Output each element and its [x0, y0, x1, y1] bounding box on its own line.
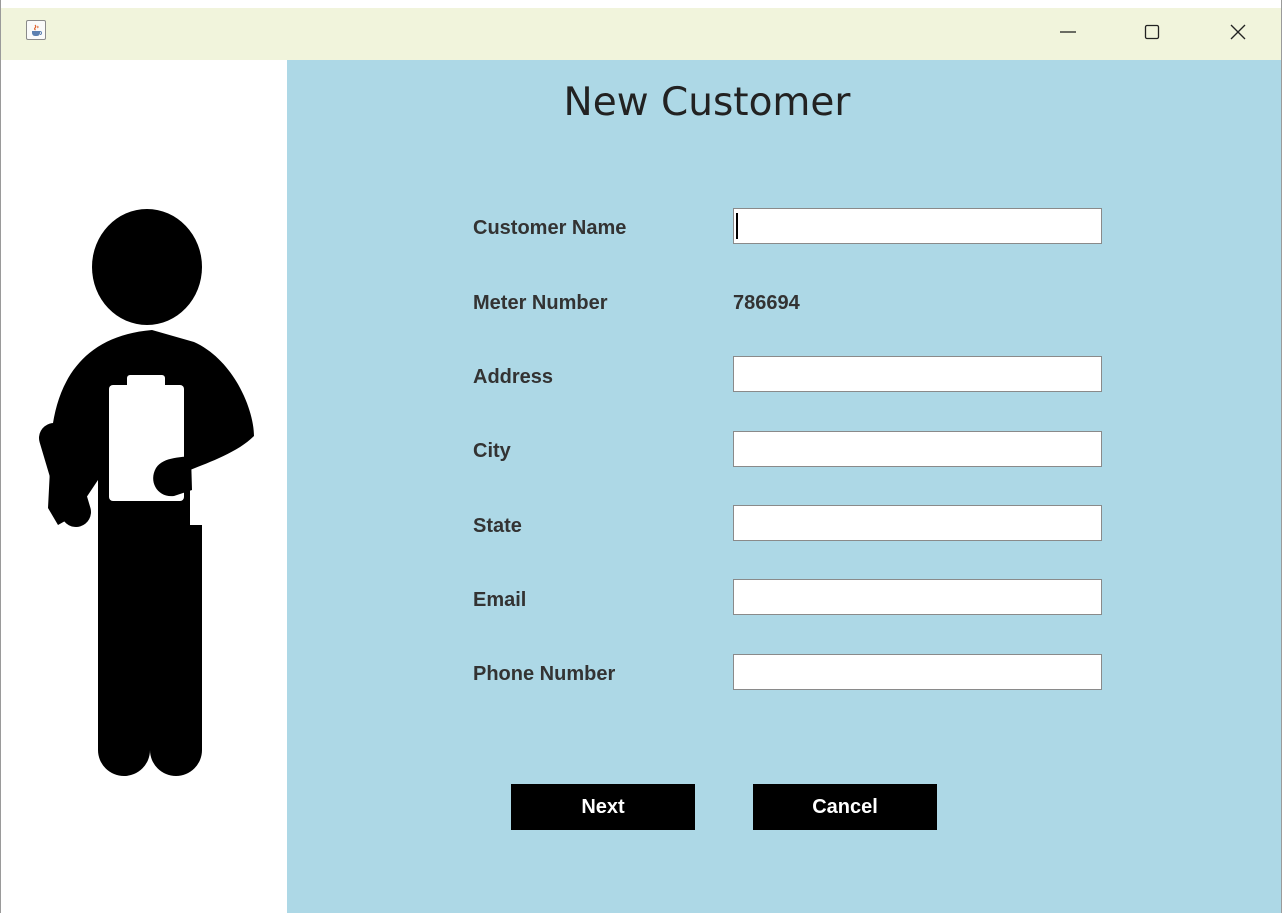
form-panel: New Customer Customer Name Meter Number …: [287, 60, 1281, 913]
city-label: City: [473, 440, 511, 462]
maximize-icon: [1144, 24, 1160, 40]
state-input[interactable]: [733, 505, 1102, 541]
next-button[interactable]: Next: [511, 784, 695, 830]
meter-number-label: Meter Number: [473, 292, 608, 314]
close-icon: [1230, 24, 1246, 40]
title-bar: [1, 0, 1281, 60]
customer-name-input[interactable]: [733, 208, 1102, 244]
page-title: New Customer: [563, 80, 851, 125]
minimize-icon: [1060, 31, 1076, 33]
app-window: New Customer Customer Name Meter Number …: [0, 0, 1282, 913]
city-input[interactable]: [733, 431, 1102, 467]
cancel-button[interactable]: Cancel: [753, 784, 937, 830]
text-caret: [736, 213, 738, 239]
phone-number-input[interactable]: [733, 654, 1102, 690]
address-input[interactable]: [733, 356, 1102, 392]
email-input[interactable]: [733, 579, 1102, 615]
side-panel: [2, 60, 287, 913]
email-label: Email: [473, 589, 527, 611]
close-button[interactable]: [1208, 8, 1268, 60]
meter-number-value: 786694: [733, 292, 800, 314]
maximize-button[interactable]: [1122, 8, 1182, 60]
person-with-clipboard-icon: [39, 209, 254, 776]
java-icon: [26, 20, 46, 40]
minimize-button[interactable]: [1038, 8, 1098, 60]
state-label: State: [473, 515, 522, 537]
phone-number-label: Phone Number: [473, 663, 616, 685]
customer-name-label: Customer Name: [473, 217, 627, 239]
address-label: Address: [473, 366, 554, 388]
